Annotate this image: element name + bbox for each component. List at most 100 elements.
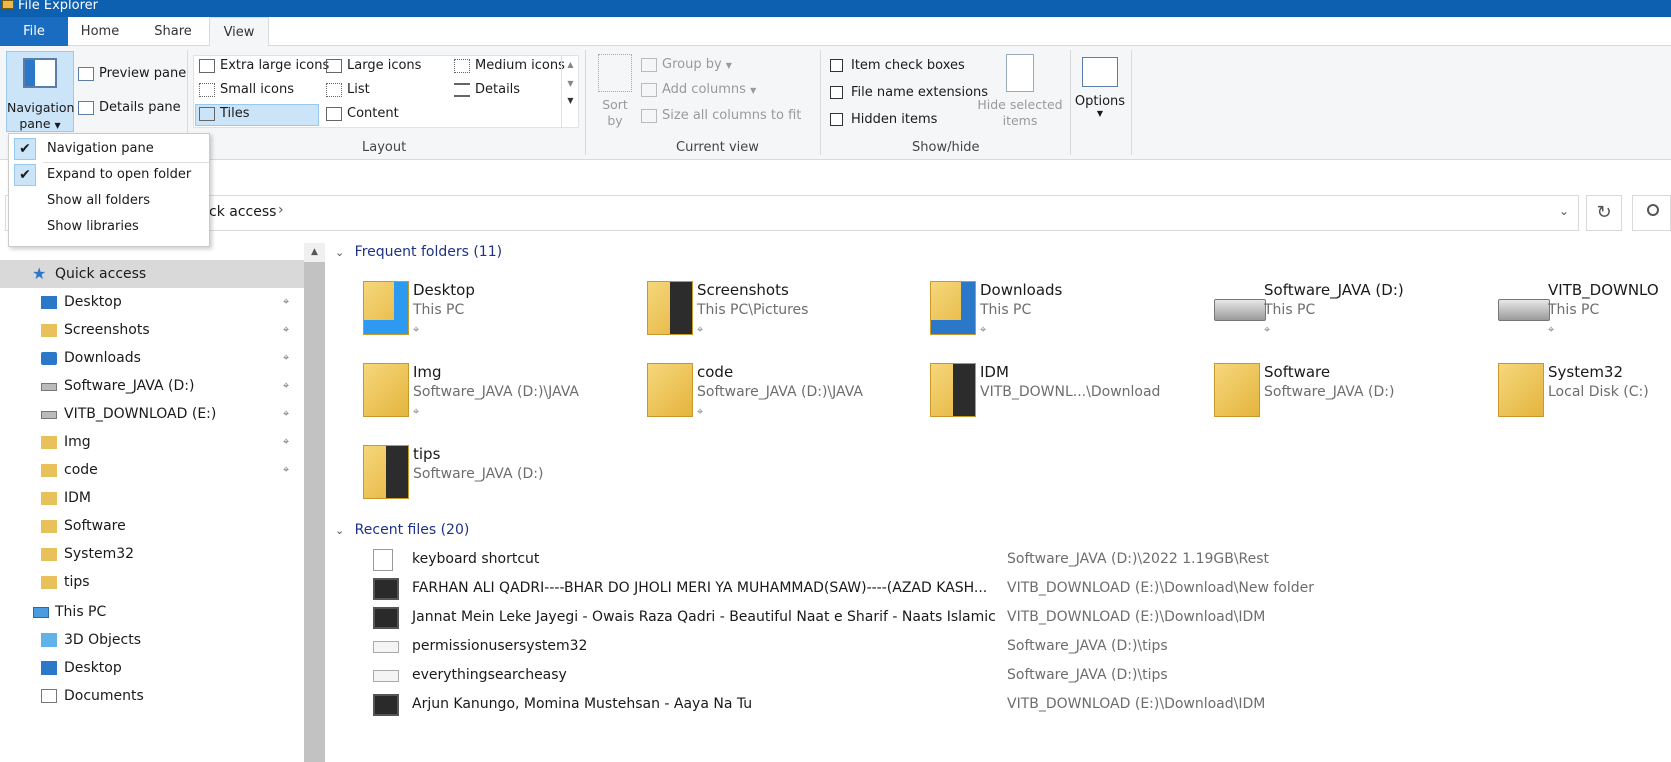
sidebar-item-this-pc[interactable]: This PC bbox=[0, 598, 304, 626]
sidebar-item-label: System32 bbox=[64, 546, 135, 562]
tab-view[interactable]: View bbox=[209, 17, 269, 47]
sidebar-item-label: Software bbox=[64, 518, 126, 534]
checkbox[interactable] bbox=[830, 59, 843, 72]
breadcrumb[interactable]: ck access bbox=[209, 204, 276, 220]
chevron-right-icon[interactable]: › bbox=[278, 202, 284, 218]
sidebar-item[interactable]: code ⌖ bbox=[0, 456, 304, 484]
folder-path: VITB_DOWNL...\Download bbox=[980, 384, 1161, 400]
pin-icon: ⌖ bbox=[283, 407, 290, 420]
folder-tile[interactable]: code Software_JAVA (D:)\JAVA ⌖ bbox=[639, 363, 919, 435]
sidebar-item[interactable]: 3D Objects bbox=[0, 626, 304, 654]
menu-item[interactable]: Show all folders bbox=[9, 188, 211, 214]
options-button[interactable]: Options ▼ bbox=[1074, 54, 1126, 134]
sidebar-item[interactable]: Desktop bbox=[0, 654, 304, 682]
chevron-up-icon[interactable]: ▲ bbox=[562, 60, 579, 69]
folder-path: This PC\Pictures bbox=[697, 302, 809, 318]
sidebar-item[interactable]: System32 bbox=[0, 540, 304, 568]
pin-icon: ⌖ bbox=[283, 295, 290, 308]
folder-name: Software_JAVA (D:) bbox=[1264, 281, 1404, 299]
sidebar-item[interactable]: Documents bbox=[0, 682, 304, 710]
expand-gallery-icon[interactable]: ▼ bbox=[562, 96, 579, 105]
folder-tile[interactable]: IDM VITB_DOWNL...\Download bbox=[922, 363, 1202, 435]
checkbox[interactable] bbox=[830, 86, 843, 99]
details-pane-button[interactable]: Details pane bbox=[78, 100, 181, 115]
add-columns-button[interactable]: Add columns ▼ bbox=[641, 82, 756, 97]
frequent-folders-header[interactable]: ⌄ Frequent folders (11) bbox=[335, 244, 502, 260]
sort-by-button[interactable]: Sort by bbox=[595, 54, 635, 130]
folder-tile[interactable]: tips Software_JAVA (D:) bbox=[355, 445, 635, 517]
sidebar-scroll-thumb[interactable] bbox=[304, 262, 325, 762]
content-icon bbox=[326, 106, 342, 121]
item-check-boxes-toggle[interactable]: Item check boxes bbox=[830, 58, 965, 73]
layout-small-icons[interactable]: Small icons bbox=[199, 82, 294, 97]
group-by-button[interactable]: Group by ▼ bbox=[641, 57, 732, 72]
folder-tile[interactable]: Software Software_JAVA (D:) bbox=[1206, 363, 1486, 435]
recent-files-header[interactable]: ⌄ Recent files (20) bbox=[335, 522, 469, 538]
chevron-down-icon[interactable]: ⌄ bbox=[1559, 204, 1569, 218]
chevron-down-icon[interactable]: ▼ bbox=[562, 79, 579, 88]
3d-objects-icon bbox=[41, 633, 57, 647]
pin-icon: ⌖ bbox=[413, 323, 420, 336]
folder-tile[interactable]: Img Software_JAVA (D:)\JAVA ⌖ bbox=[355, 363, 635, 435]
folder-icon bbox=[41, 548, 57, 561]
layout-details[interactable]: Details bbox=[454, 82, 520, 97]
sidebar-item[interactable]: tips bbox=[0, 568, 304, 596]
sidebar-item[interactable]: IDM bbox=[0, 484, 304, 512]
checkbox[interactable] bbox=[830, 113, 843, 126]
group-separator bbox=[585, 50, 586, 155]
hidden-items-toggle[interactable]: Hidden items bbox=[830, 112, 937, 127]
pin-icon: ⌖ bbox=[283, 435, 290, 448]
sidebar-item[interactable]: Desktop ⌖ bbox=[0, 288, 304, 316]
recent-file-row[interactable]: keyboard shortcut Software_JAVA (D:)\2022… bbox=[325, 545, 1671, 575]
layout-large-icons[interactable]: Large icons bbox=[326, 58, 421, 73]
recent-file-row[interactable]: permissionusersystem32 Software_JAVA (D:)… bbox=[325, 632, 1671, 662]
navigation-pane-button[interactable]: Navigation pane ▼ bbox=[6, 51, 74, 132]
folder-tile[interactable]: Software_JAVA (D:) This PC ⌖ bbox=[1206, 281, 1486, 353]
window-title: File Explorer bbox=[18, 0, 99, 13]
tab-home[interactable]: Home bbox=[68, 17, 132, 46]
file-name-extensions-toggle[interactable]: File name extensions bbox=[830, 85, 988, 100]
layout-medium-icons[interactable]: Medium icons bbox=[454, 58, 565, 73]
folder-tile[interactable]: VITB_DOWNLO This PC ⌖ bbox=[1490, 281, 1671, 353]
file-name: Jannat Mein Leke Jayegi - Owais Raza Qad… bbox=[412, 609, 996, 625]
sidebar-item[interactable]: VITB_DOWNLOAD (E:) ⌖ bbox=[0, 400, 304, 428]
layout-scroll[interactable]: ▲ ▼ ▼ bbox=[561, 56, 579, 127]
chevron-down-icon: ⌄ bbox=[335, 524, 345, 537]
layout-content[interactable]: Content bbox=[326, 106, 399, 121]
sidebar-item[interactable]: Downloads ⌖ bbox=[0, 344, 304, 372]
image-file-icon bbox=[373, 641, 399, 653]
address-bar[interactable]: ck access › ⌄ bbox=[5, 195, 1579, 231]
recent-file-row[interactable]: everythingsearcheasy Software_JAVA (D:)\t… bbox=[325, 661, 1671, 691]
recent-file-row[interactable]: Arjun Kanungo, Momina Mustehsan - Aaya N… bbox=[325, 690, 1671, 720]
recent-file-row[interactable]: Jannat Mein Leke Jayegi - Owais Raza Qad… bbox=[325, 603, 1671, 633]
folder-tile[interactable]: Desktop This PC ⌖ bbox=[355, 281, 635, 353]
sidebar-item-quick-access[interactable]: ★ Quick access bbox=[0, 260, 304, 288]
preview-pane-button[interactable]: Preview pane bbox=[78, 66, 186, 81]
layout-list[interactable]: List bbox=[326, 82, 370, 97]
folder-path: Software_JAVA (D:) bbox=[1264, 384, 1395, 400]
sidebar-item[interactable]: Screenshots ⌖ bbox=[0, 316, 304, 344]
layout-extra-large-icons[interactable]: Extra large icons bbox=[199, 58, 329, 73]
folder-tile[interactable]: Downloads This PC ⌖ bbox=[922, 281, 1202, 353]
search-box[interactable] bbox=[1632, 195, 1671, 231]
sidebar-item[interactable]: Software bbox=[0, 512, 304, 540]
small-icons-icon bbox=[199, 82, 215, 97]
chevron-down-icon: ▼ bbox=[1096, 109, 1104, 118]
size-all-columns-button[interactable]: Size all columns to fit bbox=[641, 108, 801, 123]
folder-tile[interactable]: System32 Local Disk (C:) bbox=[1490, 363, 1671, 435]
layout-tiles[interactable]: Tiles bbox=[195, 104, 319, 126]
refresh-button[interactable]: ↻ bbox=[1586, 195, 1622, 231]
menu-item[interactable]: Show libraries bbox=[9, 214, 211, 240]
tab-share[interactable]: Share bbox=[140, 17, 206, 46]
sidebar-item[interactable]: Img ⌖ bbox=[0, 428, 304, 456]
chevron-up-icon[interactable]: ▲ bbox=[304, 243, 325, 257]
menu-item[interactable]: ✔ Expand to open folder bbox=[9, 162, 211, 188]
tab-file[interactable]: File bbox=[0, 17, 68, 46]
folder-icon bbox=[41, 492, 57, 505]
folder-path: Local Disk (C:) bbox=[1548, 384, 1649, 400]
menu-item[interactable]: ✔ Navigation pane bbox=[9, 136, 211, 163]
folder-tile[interactable]: Screenshots This PC\Pictures ⌖ bbox=[639, 281, 919, 353]
sidebar-item[interactable]: Software_JAVA (D:) ⌖ bbox=[0, 372, 304, 400]
recent-file-row[interactable]: FARHAN ALI QADRI----BHAR DO JHOLI MERI Y… bbox=[325, 574, 1671, 604]
hide-selected-items-button[interactable]: Hide selected items bbox=[976, 54, 1064, 134]
